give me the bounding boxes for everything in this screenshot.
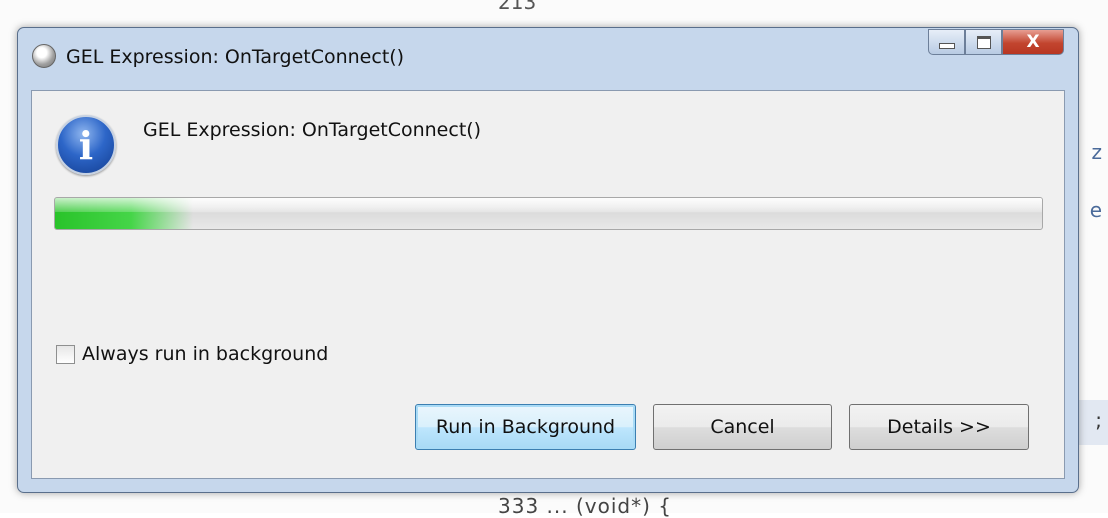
close-button[interactable]: X xyxy=(1002,29,1064,55)
background-code-line: 213 xyxy=(498,0,537,14)
progress-bar xyxy=(54,197,1043,230)
checkbox-box[interactable] xyxy=(56,344,75,364)
always-run-in-background-checkbox[interactable]: Always run in background xyxy=(56,343,328,365)
checkbox-label: Always run in background xyxy=(82,343,329,365)
background-glyph: e xyxy=(1089,198,1102,222)
run-in-background-button[interactable]: Run in Background xyxy=(415,404,636,450)
minimize-icon xyxy=(938,43,955,49)
progress-dialog-window: GEL Expression: OnTargetConnect() X i GE… xyxy=(17,27,1079,493)
details-button[interactable]: Details >> xyxy=(849,404,1029,450)
background-glyph: ; xyxy=(1095,408,1102,432)
minimize-button[interactable] xyxy=(928,29,965,55)
background-code-line: 333 ... (void*) { xyxy=(498,494,672,518)
application-gear-icon xyxy=(32,44,56,68)
close-icon: X xyxy=(1026,32,1040,52)
progress-gloss xyxy=(55,198,1042,212)
window-title: GEL Expression: OnTargetConnect() xyxy=(66,46,405,68)
maximize-icon xyxy=(976,35,991,49)
information-icon: i xyxy=(56,115,116,175)
maximize-button[interactable] xyxy=(965,29,1002,55)
background-glyph: z xyxy=(1091,140,1103,164)
cancel-button[interactable]: Cancel xyxy=(653,404,832,450)
progress-message: GEL Expression: OnTargetConnect() xyxy=(143,119,482,141)
dialog-body: i GEL Expression: OnTargetConnect() Alwa… xyxy=(31,90,1065,479)
title-bar[interactable]: GEL Expression: OnTargetConnect() X xyxy=(18,28,1078,88)
window-controls: X xyxy=(928,28,1064,60)
